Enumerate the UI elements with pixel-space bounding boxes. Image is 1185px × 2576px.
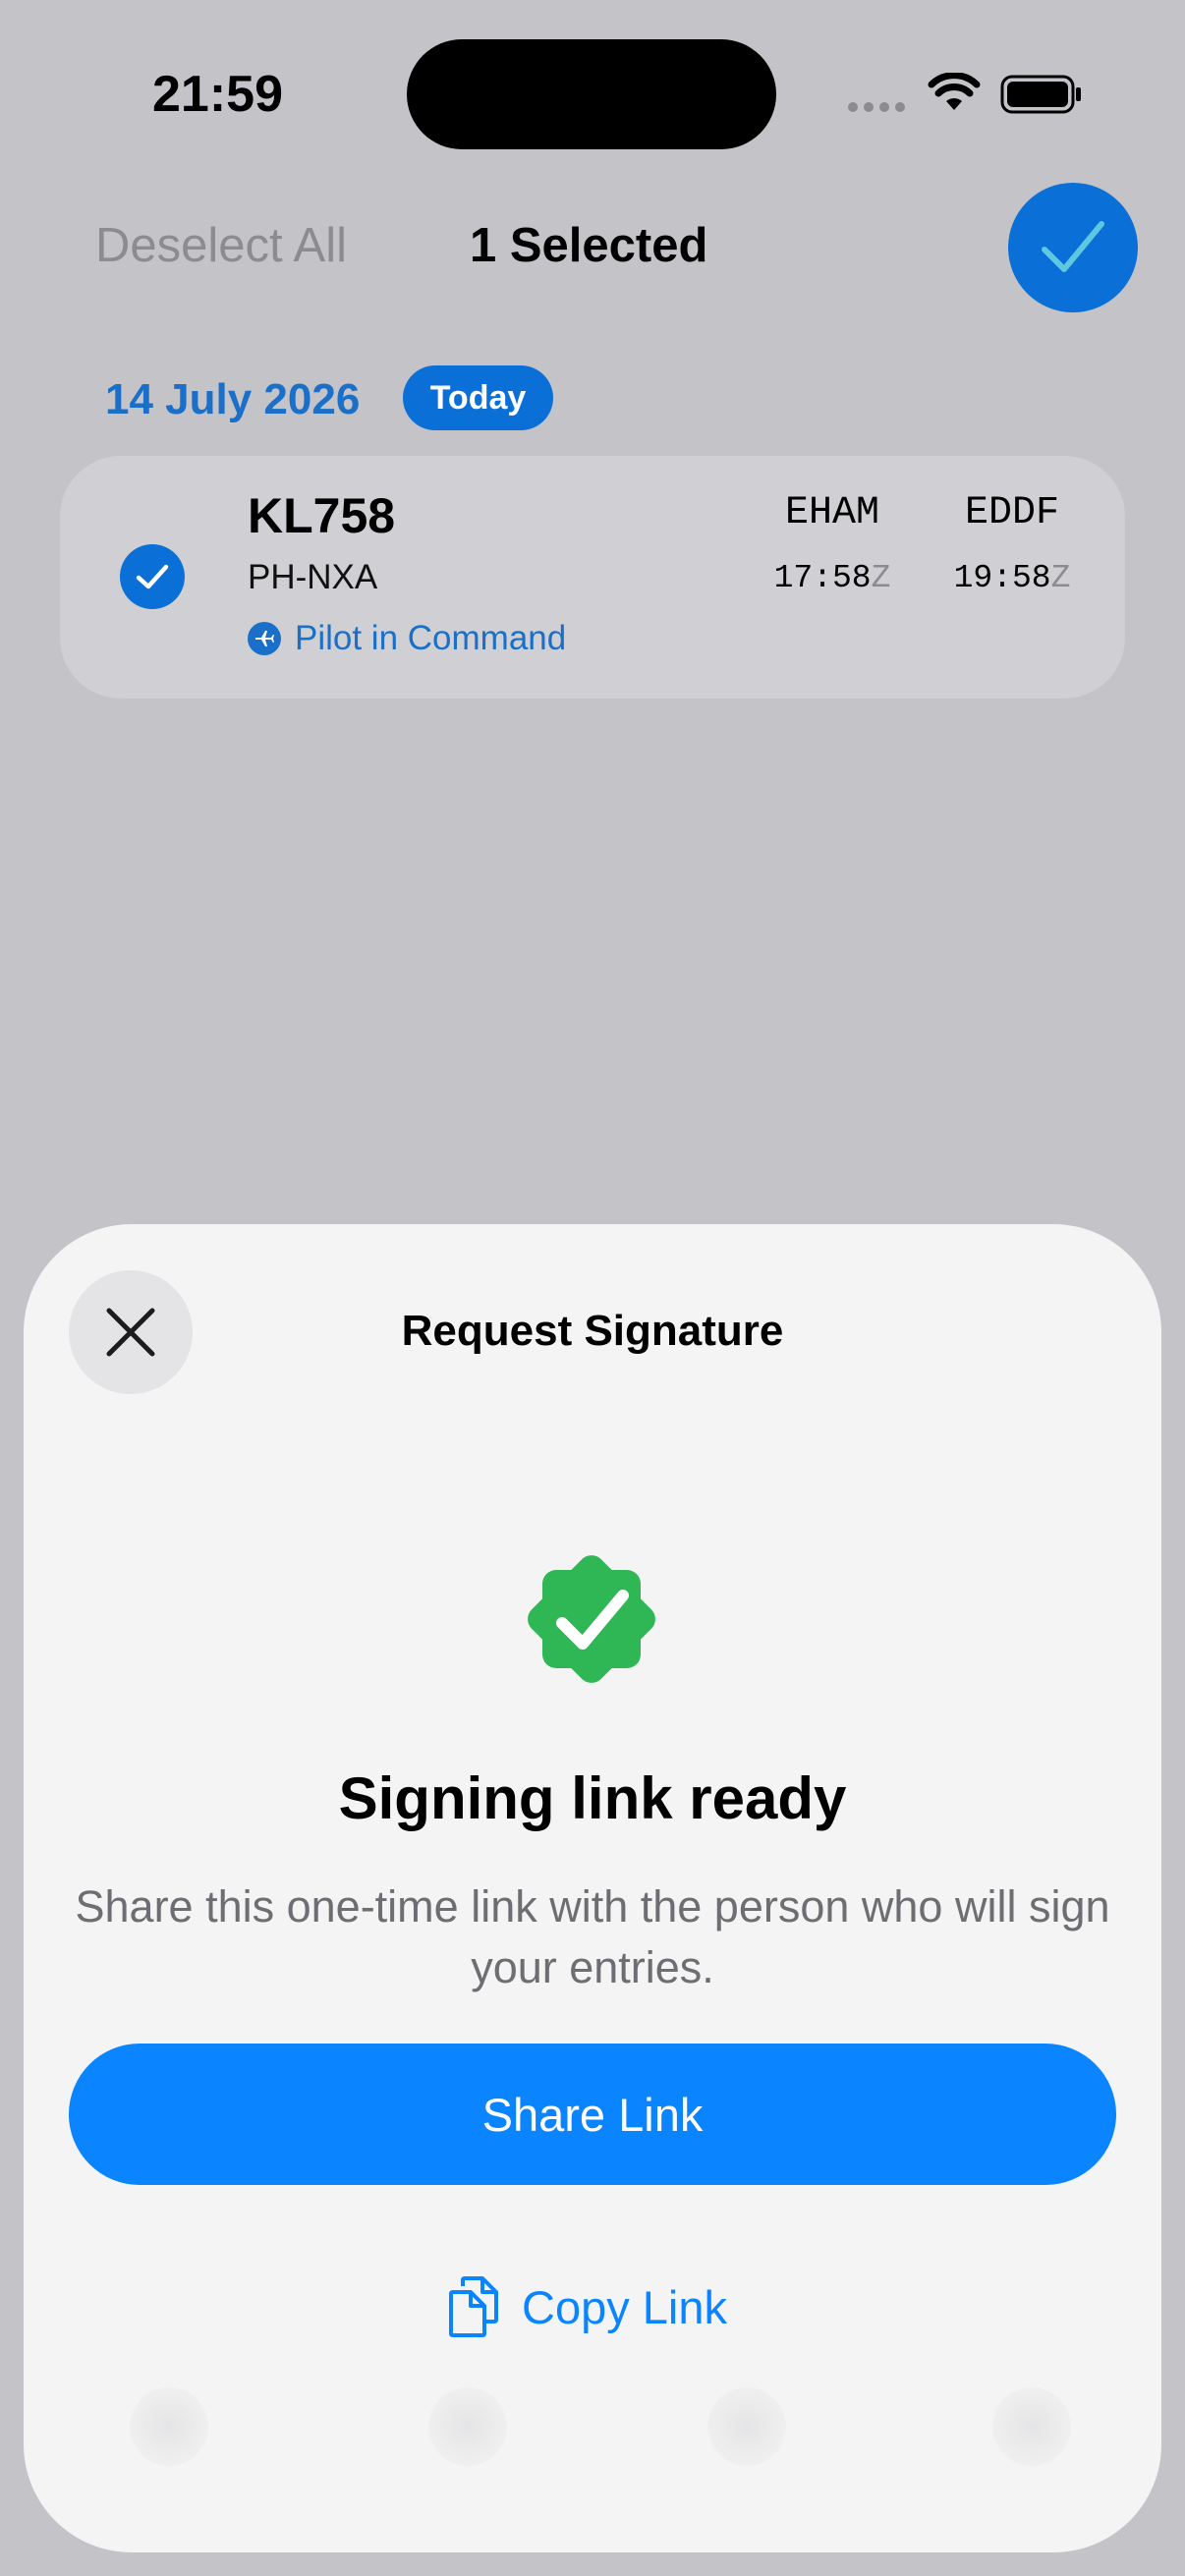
copy-link-label: Copy Link	[522, 2280, 727, 2333]
checkmark-icon	[1042, 221, 1104, 272]
crew-role: Pilot in Command	[248, 619, 566, 658]
arrival-airport: EDDF	[964, 491, 1059, 535]
today-badge: Today	[403, 365, 553, 430]
battery-icon	[1000, 75, 1081, 114]
deselect-all-button[interactable]: Deselect All	[95, 218, 347, 273]
airplane-icon	[248, 622, 281, 655]
row-selected-checkbox[interactable]	[120, 544, 185, 609]
status-time: 21:59	[152, 66, 283, 123]
success-description: Share this one-time link with the person…	[75, 1881, 1110, 1992]
faded-tab-placeholder	[707, 2387, 786, 2466]
arrival-time: 19:58Z	[953, 560, 1071, 596]
copy-link-button[interactable]: Copy Link	[447, 2271, 727, 2342]
dynamic-island	[407, 39, 776, 149]
crew-role-label: Pilot in Command	[295, 619, 567, 657]
faded-tab-placeholder	[992, 2387, 1071, 2466]
faded-tab-placeholder	[130, 2387, 208, 2466]
aircraft-registration: PH-NXA	[248, 558, 378, 596]
status-icons	[847, 71, 1083, 116]
confirm-selection-button[interactable]	[1008, 183, 1138, 312]
departure-airport: EHAM	[784, 491, 879, 535]
checkmark-seal-icon	[528, 1555, 655, 1683]
flight-number: KL758	[248, 488, 396, 543]
copy-icon	[449, 2276, 498, 2337]
sheet-title: Request Signature	[401, 1307, 784, 1355]
success-headline: Signing link ready	[338, 1765, 847, 1831]
departure-time: 17:58Z	[773, 560, 891, 596]
wifi-icon	[928, 73, 981, 110]
faded-tab-placeholder	[428, 2387, 507, 2466]
checkmark-icon	[136, 564, 169, 589]
selection-count-title: 1 Selected	[470, 219, 708, 272]
section-date: 14 July 2026	[105, 375, 361, 423]
share-link-button[interactable]: Share Link	[69, 2044, 1116, 2185]
cellular-signal-icon	[848, 102, 905, 112]
